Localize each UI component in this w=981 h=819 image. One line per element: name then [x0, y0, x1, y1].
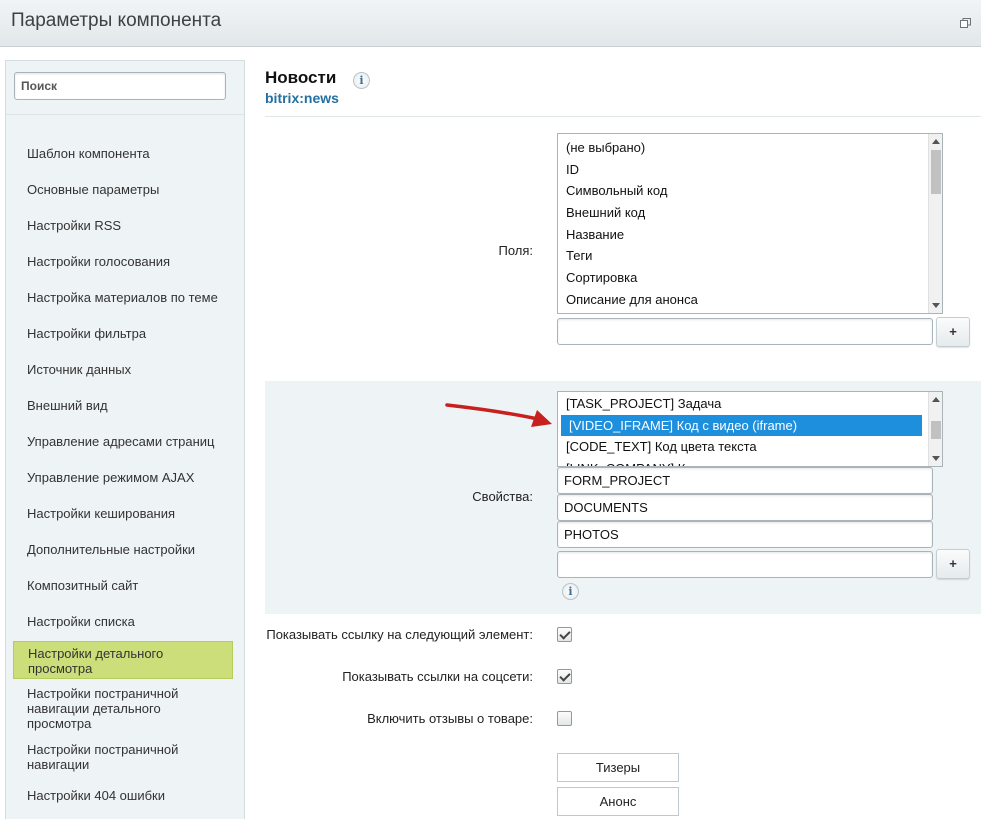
search-input[interactable]: [14, 72, 226, 100]
sidebar-item-voting[interactable]: Настройки голосования: [13, 254, 233, 269]
option-label-reviews: Включить отзывы о товаре:: [367, 711, 533, 726]
sidebar-item-rss[interactable]: Настройки RSS: [13, 218, 233, 233]
fields-add-button[interactable]: +: [936, 317, 970, 347]
info-icon[interactable]: i: [353, 72, 370, 89]
properties-scrollbar[interactable]: [928, 392, 942, 466]
sidebar-item-main-params[interactable]: Основные параметры: [13, 182, 233, 197]
sidebar-item-pagination[interactable]: Настройки постраничной навигации: [13, 742, 233, 772]
fields-input[interactable]: [557, 318, 933, 345]
property-value-input[interactable]: FORM_PROJECT: [557, 467, 933, 494]
option-label-next-link: Показывать ссылку на следующий элемент:: [266, 627, 533, 642]
list-item-selected[interactable]: [VIDEO_IFRAME] Код с видео (iframe): [561, 414, 922, 437]
sidebar-item-detail-pagination[interactable]: Настройки постраничной навигации детальн…: [13, 686, 233, 731]
scroll-thumb[interactable]: [931, 150, 941, 194]
window-title: Параметры компонента: [11, 10, 222, 31]
list-item[interactable]: Сортировка: [558, 267, 942, 289]
list-item[interactable]: ID: [558, 159, 942, 181]
fields-label: Поля:: [498, 243, 533, 258]
expand-window-icon[interactable]: [960, 18, 971, 28]
properties-listbox[interactable]: [TASK_PROJECT] Задача [VIDEO_IFRAME] Код…: [557, 391, 943, 467]
component-code: bitrix:news: [265, 90, 339, 106]
fields-listbox[interactable]: (не выбрано) ID Символьный код Внешний к…: [557, 133, 943, 314]
sidebar-item-template[interactable]: Шаблон компонента: [13, 146, 233, 161]
announce-button[interactable]: Анонс: [557, 787, 679, 816]
option-label-social: Показывать ссылки на соцсети:: [342, 669, 533, 684]
property-new-input[interactable]: [557, 551, 933, 578]
sidebar-item-ajax[interactable]: Управление режимом AJAX: [13, 470, 233, 485]
reviews-checkbox[interactable]: [557, 711, 572, 726]
annotation-arrow-icon: [445, 403, 552, 427]
list-item[interactable]: [CODE_TEXT] Код цвета текста: [558, 436, 942, 458]
header-divider: [265, 116, 981, 117]
sidebar-item-composite[interactable]: Композитный сайт: [13, 578, 233, 593]
search-area: [6, 61, 244, 115]
teasers-button[interactable]: Тизеры: [557, 753, 679, 782]
list-item[interactable]: Описание для анонса: [558, 289, 942, 311]
sidebar-item-404[interactable]: Настройки 404 ошибки: [13, 788, 233, 803]
sidebar-item-additional[interactable]: Дополнительные настройки: [13, 542, 233, 557]
scroll-down-icon[interactable]: [932, 303, 940, 308]
scroll-down-icon[interactable]: [932, 456, 940, 461]
property-value-input[interactable]: DOCUMENTS: [557, 494, 933, 521]
sidebar-item-urls[interactable]: Управление адресами страниц: [13, 434, 233, 449]
list-item[interactable]: [LINK_COMPANY] Компания: [558, 458, 942, 466]
info-icon[interactable]: i: [562, 583, 579, 600]
sidebar-item-cache[interactable]: Настройки кеширования: [13, 506, 233, 521]
list-item[interactable]: Название: [558, 224, 942, 246]
sidebar-item-detail-view[interactable]: Настройки детального просмотра: [13, 641, 233, 679]
property-value-input[interactable]: PHOTOS: [557, 521, 933, 548]
fields-scrollbar[interactable]: [928, 134, 942, 313]
sidebar-item-data-source[interactable]: Источник данных: [13, 362, 233, 377]
sidebar-item-filter[interactable]: Настройки фильтра: [13, 326, 233, 341]
scroll-up-icon[interactable]: [932, 397, 940, 402]
window-titlebar: Параметры компонента: [0, 0, 981, 47]
social-links-checkbox[interactable]: [557, 669, 572, 684]
list-item[interactable]: Внешний код: [558, 202, 942, 224]
properties-add-button[interactable]: +: [936, 549, 970, 579]
scroll-up-icon[interactable]: [932, 139, 940, 144]
component-name: Новости: [265, 68, 337, 87]
sidebar-item-related[interactable]: Настройка материалов по теме: [13, 290, 233, 305]
scroll-thumb[interactable]: [931, 421, 941, 439]
list-item[interactable]: Символьный код: [558, 180, 942, 202]
list-item[interactable]: (не выбрано): [558, 137, 942, 159]
sidebar-item-list[interactable]: Настройки списка: [13, 614, 233, 629]
list-item[interactable]: Теги: [558, 245, 942, 267]
list-item[interactable]: [TASK_PROJECT] Задача: [558, 393, 942, 415]
sidebar-item-appearance[interactable]: Внешний вид: [13, 398, 233, 413]
next-link-checkbox[interactable]: [557, 627, 572, 642]
properties-label: Свойства:: [472, 489, 533, 504]
